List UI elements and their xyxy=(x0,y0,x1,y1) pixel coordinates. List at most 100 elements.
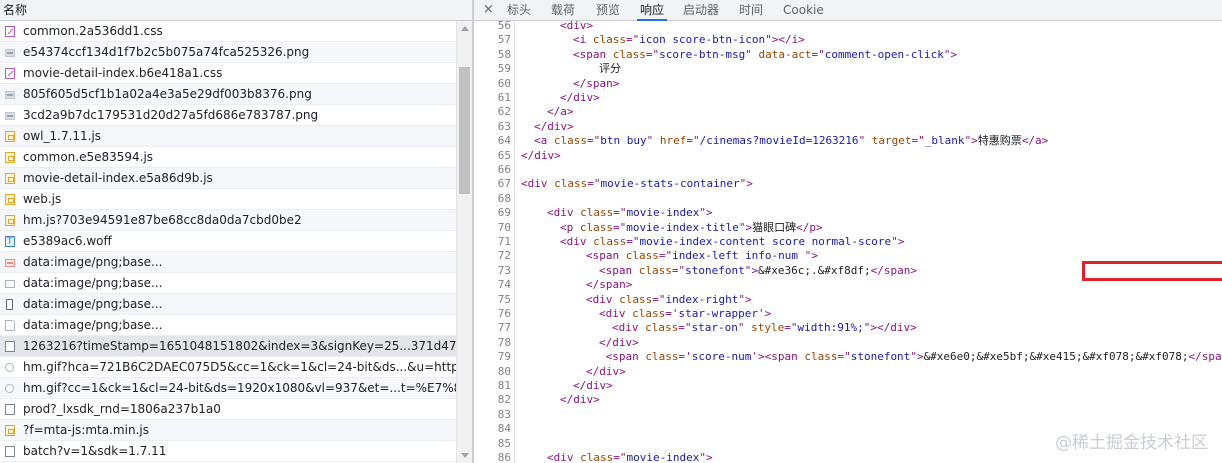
attr-name-token: class xyxy=(619,292,653,306)
name-column-header[interactable]: 名称 xyxy=(0,0,472,21)
code-line: <div class="index-right"> xyxy=(586,293,752,307)
code-line: <span class="stonefont">&#xe36c;.&#xf8df… xyxy=(599,264,917,278)
tab-cookie[interactable]: Cookie xyxy=(783,0,824,20)
request-row[interactable]: 3cd2a9b7dc179531d20d27a5fd686e783787.png xyxy=(0,105,456,126)
tag-token: </span> xyxy=(586,278,633,292)
request-name: owl_1.7.11.js xyxy=(23,129,102,143)
code-line: <a class="btn buy" href="/cinemas?movieI… xyxy=(534,134,1048,148)
tag-token: "> xyxy=(804,249,818,263)
request-row[interactable]: movie-detail-index.b6e418a1.css xyxy=(0,63,456,84)
request-name: 3cd2a9b7dc179531d20d27a5fd686e783787.png xyxy=(23,108,319,122)
code-line: <div class="movie-index"> xyxy=(547,451,713,463)
js-file-icon xyxy=(5,194,15,205)
request-row[interactable]: common.e5e83594.js xyxy=(0,147,456,168)
tag-token: " xyxy=(858,134,872,148)
scrollbar-thumb[interactable] xyxy=(459,67,470,194)
tag-token: <div xyxy=(612,321,646,335)
request-row[interactable]: hm.js?703e94591e87be68cc8da0da7cbd0be2 xyxy=(0,210,456,231)
code-line: <div class="star-on" style="width:91%;">… xyxy=(612,321,917,335)
attr-name-token: class xyxy=(638,263,672,277)
request-row[interactable]: data:image/png;base... xyxy=(0,315,456,336)
request-name: prod?_lxsdk_rnd=1806a237b1a0 xyxy=(23,402,221,416)
scroll-down-arrow-icon[interactable] xyxy=(461,453,469,458)
css-file-icon xyxy=(5,68,15,79)
tag-token: </a> xyxy=(1021,134,1049,148)
code-line: <div class="movie-stats-container"> xyxy=(521,177,753,191)
request-row[interactable]: data:image/png;base... xyxy=(0,273,456,294)
tag-token: <a xyxy=(534,134,554,148)
document-blank-icon xyxy=(5,404,15,415)
request-row[interactable]: e5389ac6.woff xyxy=(0,231,456,252)
tag-token: "> xyxy=(739,177,753,191)
line-number: 61 xyxy=(497,91,511,104)
line-number: 66 xyxy=(497,163,511,176)
tag-token: "> xyxy=(738,220,753,234)
js-file-icon xyxy=(5,215,15,226)
line-number: 59 xyxy=(497,62,511,76)
code-line: </div> xyxy=(599,336,639,350)
line-number: 78 xyxy=(497,335,511,349)
request-row[interactable]: web.js xyxy=(0,189,456,210)
line-number: 74 xyxy=(497,278,511,292)
code-line: <i class="icon score-btn-icon"></i> xyxy=(573,33,805,47)
request-name: common.e5e83594.js xyxy=(23,150,154,164)
request-list-scrollbar[interactable] xyxy=(456,21,472,463)
tab-headers[interactable]: 标头 xyxy=(507,0,531,20)
code-line: <span class="index-left info-num "> xyxy=(586,249,818,263)
tag-token: <div xyxy=(547,206,581,220)
tab-initiator[interactable]: 启动器 xyxy=(683,0,719,20)
line-number: 84 xyxy=(497,422,511,436)
tag-token: </p> xyxy=(796,220,823,234)
line-number: 77 xyxy=(497,321,511,335)
request-row[interactable]: hm.gif?cc=1&ck=1&cl=24-bit&ds=1920x1080&… xyxy=(0,378,456,399)
tag-token: =' xyxy=(665,307,679,320)
attr-name-token: class xyxy=(645,350,679,364)
code-line: <div class="movie-index-content score no… xyxy=(560,235,904,249)
scroll-up-arrow-icon[interactable] xyxy=(461,26,469,31)
request-row[interactable]: 805f605d5cf1b1a02a4e3a5e29df003b8376.png xyxy=(0,84,456,105)
document-blank-icon xyxy=(5,446,15,457)
document-blank-icon xyxy=(5,341,15,352)
attr-value-token: star-on xyxy=(691,321,738,335)
tag-token: =" xyxy=(678,321,692,335)
tag-token: =" xyxy=(626,33,640,47)
request-name: e5389ac6.woff xyxy=(23,234,112,248)
image-file-icon xyxy=(5,91,15,99)
request-row[interactable]: ?f=mta-js:mta.min.js xyxy=(0,420,456,441)
request-row[interactable]: hm.gif?hca=721B6C2DAEC075D5&cc=1&ck=1&cl… xyxy=(0,357,456,378)
attr-name-token: class xyxy=(579,220,613,234)
tag-token: =" xyxy=(784,321,798,335)
tag-token: "> xyxy=(738,292,752,306)
request-row[interactable]: e54374ccf134d1f7b2c5b075a74fca525326.png xyxy=(0,42,456,63)
request-row[interactable]: owl_1.7.11.js xyxy=(0,126,456,147)
gif-icon xyxy=(5,384,14,393)
tab-preview[interactable]: 预览 xyxy=(596,0,620,20)
code-line: <span class="score-btn-msg" data-act="co… xyxy=(573,48,957,62)
name-column-header-label: 名称 xyxy=(3,3,28,17)
request-row[interactable]: movie-detail-index.e5a86d9b.js xyxy=(0,168,456,189)
request-row[interactable]: batch?v=1&sdk=1.7.11 xyxy=(0,441,456,462)
tab-response[interactable]: 响应 xyxy=(636,0,668,21)
attr-value-token: score-num xyxy=(691,350,752,364)
request-row[interactable]: prod?_lxsdk_rnd=1806a237b1a0 xyxy=(0,399,456,420)
close-icon[interactable]: × xyxy=(483,2,494,17)
font-file-icon xyxy=(5,232,15,251)
tag-token: <div xyxy=(547,451,581,463)
request-name: hm.js?703e94591e87be68cc8da0da7cbd0be2 xyxy=(23,213,302,227)
tab-payload[interactable]: 载荷 xyxy=(551,0,575,20)
attr-name-token: class xyxy=(580,206,614,220)
detail-tab-bar: × 标头 载荷 预览 响应 启动器 时间 Cookie xyxy=(474,0,1222,21)
line-number: 68 xyxy=(497,191,511,205)
request-row[interactable]: data:image/png;base... xyxy=(0,294,456,315)
request-row[interactable]: 1263216?timeStamp=1651048151802&index=3&… xyxy=(0,336,456,357)
attr-name-token: class xyxy=(593,235,627,248)
tag-token: </div> xyxy=(599,335,639,349)
tab-timing[interactable]: 时间 xyxy=(739,0,763,20)
attr-value-token: /cinemas?movieId=1263216 xyxy=(699,134,859,148)
request-row[interactable]: common.2a536dd1.css xyxy=(0,21,456,42)
tag-token: <div xyxy=(599,307,633,320)
request-row[interactable]: data:image/png;base... xyxy=(0,252,456,273)
tag-token: </div> xyxy=(586,364,626,378)
document-icon xyxy=(5,320,15,331)
tag-token: "> xyxy=(744,263,758,277)
